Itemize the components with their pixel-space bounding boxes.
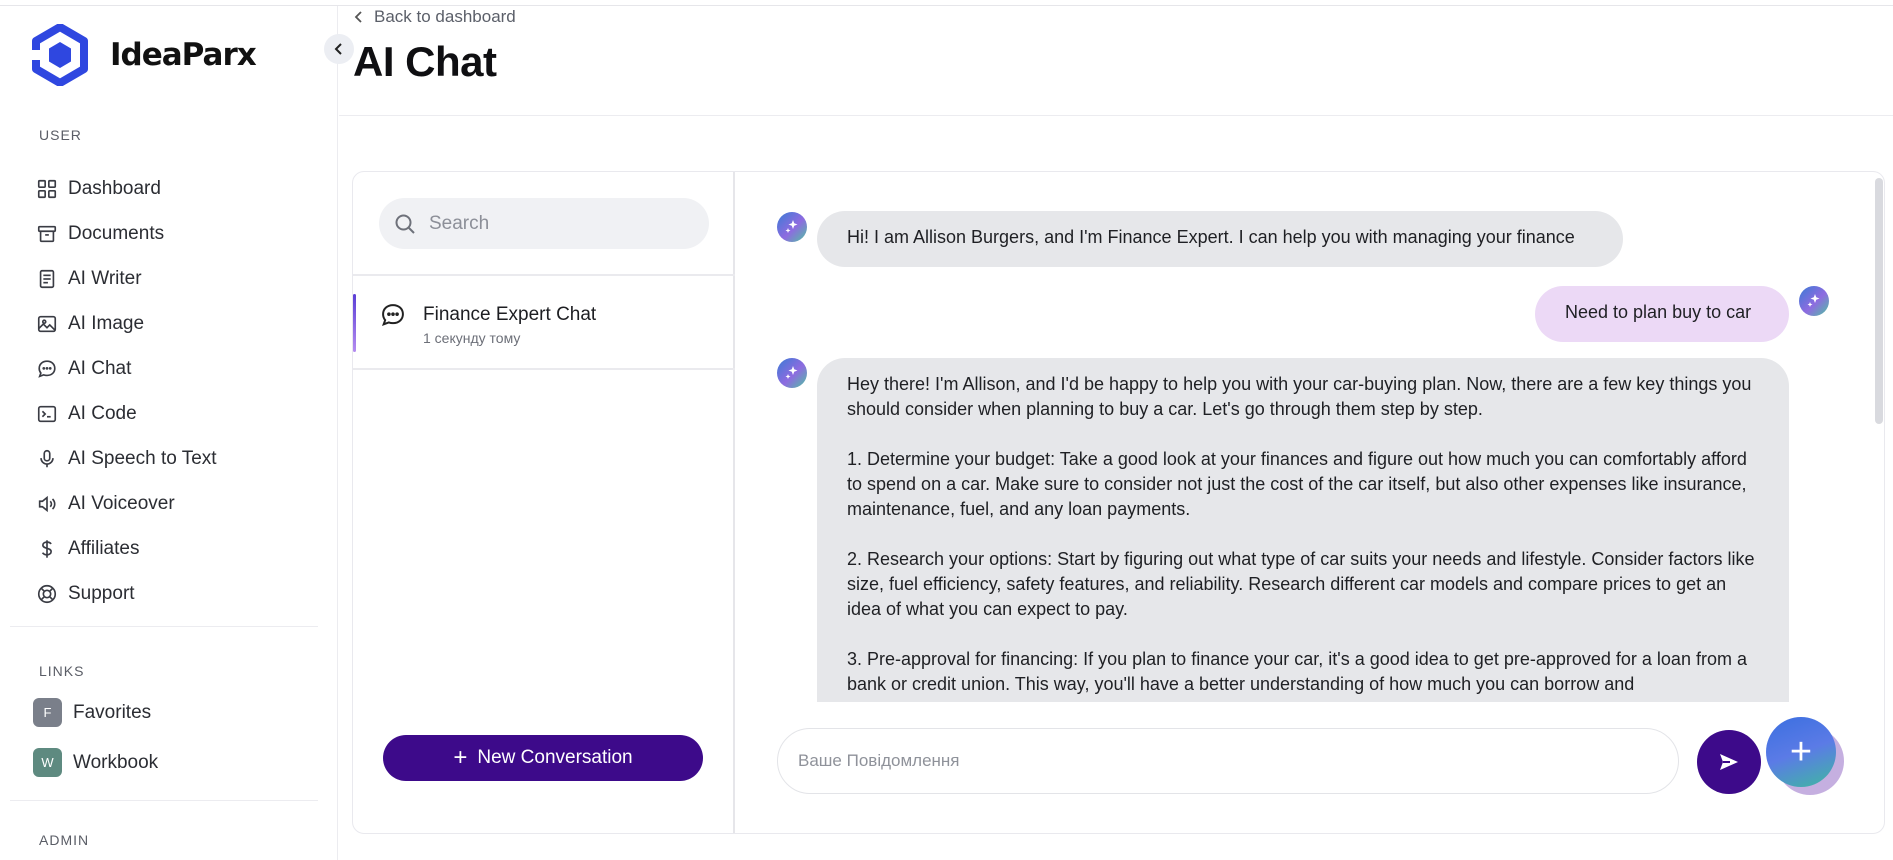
chevron-left-icon [334,43,342,55]
sidebar-item-label: AI Speech to Text [68,447,217,469]
sidebar-item-label: AI Image [68,312,145,334]
sidebar-item-label: AI Writer [68,267,142,289]
dollar-icon [41,539,52,558]
plus-icon: + [1789,731,1813,773]
sidebar-item-label: Documents [68,222,165,244]
chat-panel: Hi! I am Allison Burgers, and I'm Financ… [737,172,1884,833]
microphone-icon [40,449,54,467]
document-icon [39,269,55,288]
sidebar-item-ai-chat[interactable]: AI Chat [36,346,326,391]
page-title: AI Chat [353,38,497,85]
image-icon [37,315,57,332]
back-link-label: Back to dashboard [374,7,516,26]
sparkle-icon [1807,294,1820,307]
sidebar-collapse-button[interactable] [324,34,354,64]
sidebar-divider [10,626,318,627]
sidebar-item-ai-writer[interactable]: AI Writer [36,256,326,301]
sidebar-item-label: Affiliates [68,537,140,559]
message-composer[interactable] [777,728,1679,794]
sidebar-item-ai-image[interactable]: AI Image [36,301,326,346]
sidebar-item-ai-code[interactable]: AI Code [36,391,326,436]
message-bubble-user: Need to plan buy to car [1535,286,1789,342]
search-input[interactable] [429,212,689,235]
sidebar: IdeaParx USER Dashboard Documents AI Wri… [0,6,338,860]
archive-icon [37,225,57,242]
grid-icon [37,179,57,198]
logo-text: IdeaParx [110,37,257,73]
logo[interactable]: IdeaParx [32,24,257,86]
sidebar-item-ai-voiceover[interactable]: AI Voiceover [36,481,326,526]
sparkle-icon [785,366,798,379]
conversation-item[interactable]: Finance Expert Chat 1 секунду тому [353,276,735,370]
header-divider [339,115,1893,116]
search-icon [395,214,415,234]
search-box[interactable] [379,198,709,249]
assistant-avatar [777,358,807,388]
floating-action: + [1766,717,1846,797]
sidebar-item-label: Dashboard [68,177,161,199]
logo-hexagon-icon [32,24,88,86]
new-conversation-label: New Conversation [477,747,633,768]
section-label-admin: ADMIN [39,832,90,848]
chevron-left-icon [354,11,362,23]
lifebuoy-icon [37,584,57,603]
send-icon [1720,754,1738,770]
user-avatar [1799,286,1829,316]
message-bubble-assistant: Hi! I am Allison Burgers, and I'm Financ… [817,211,1623,267]
sidebar-item-documents[interactable]: Documents [36,211,326,256]
message-input[interactable] [798,751,1648,771]
sidebar-link-label: Workbook [73,751,159,773]
link-badge: F [33,698,62,727]
chat-scrollbar[interactable] [1875,178,1883,424]
message-bubble-assistant: Hey there! I'm Allison, and I'd be happy… [817,358,1789,702]
conversation-time: 1 секунду тому [423,330,521,346]
plus-icon: + [453,744,468,771]
sidebar-link-workbook[interactable]: W Workbook [33,748,158,777]
section-label-links: LINKS [39,663,85,679]
chat-bubble-icon [382,304,404,326]
speaker-icon [38,495,56,512]
assistant-avatar [777,212,807,242]
active-indicator [353,294,356,352]
sidebar-item-dashboard[interactable]: Dashboard [36,166,326,211]
sparkle-icon [785,220,798,233]
conversation-title: Finance Expert Chat [423,304,597,325]
back-to-dashboard-link[interactable]: Back to dashboard [354,7,516,27]
sidebar-link-favorites[interactable]: F Favorites [33,698,151,727]
sidebar-nav: Dashboard Documents AI Writer AI Image A… [36,166,326,616]
sidebar-item-support[interactable]: Support [36,571,326,616]
sidebar-link-label: Favorites [73,701,152,723]
send-button[interactable] [1697,730,1761,794]
new-conversation-button[interactable]: + New Conversation [383,735,703,781]
chat-card: Finance Expert Chat 1 секунду тому + New… [352,171,1885,834]
sidebar-item-label: AI Voiceover [68,492,175,514]
sidebar-item-ai-speech-to-text[interactable]: AI Speech to Text [36,436,326,481]
link-badge: W [33,748,62,777]
terminal-icon [37,405,57,422]
floating-add-button[interactable]: + [1766,717,1836,787]
sidebar-item-label: Support [68,582,135,604]
sidebar-divider [10,800,318,801]
sidebar-item-label: AI Code [68,402,137,424]
message-list: Hi! I am Allison Burgers, and I'm Financ… [737,172,1884,702]
chat-bubble-icon [38,359,56,378]
conversation-panel: Finance Expert Chat 1 секунду тому + New… [353,172,735,833]
section-label-user: USER [39,127,82,143]
sidebar-item-label: AI Chat [68,357,132,379]
sidebar-item-affiliates[interactable]: Affiliates [36,526,326,571]
